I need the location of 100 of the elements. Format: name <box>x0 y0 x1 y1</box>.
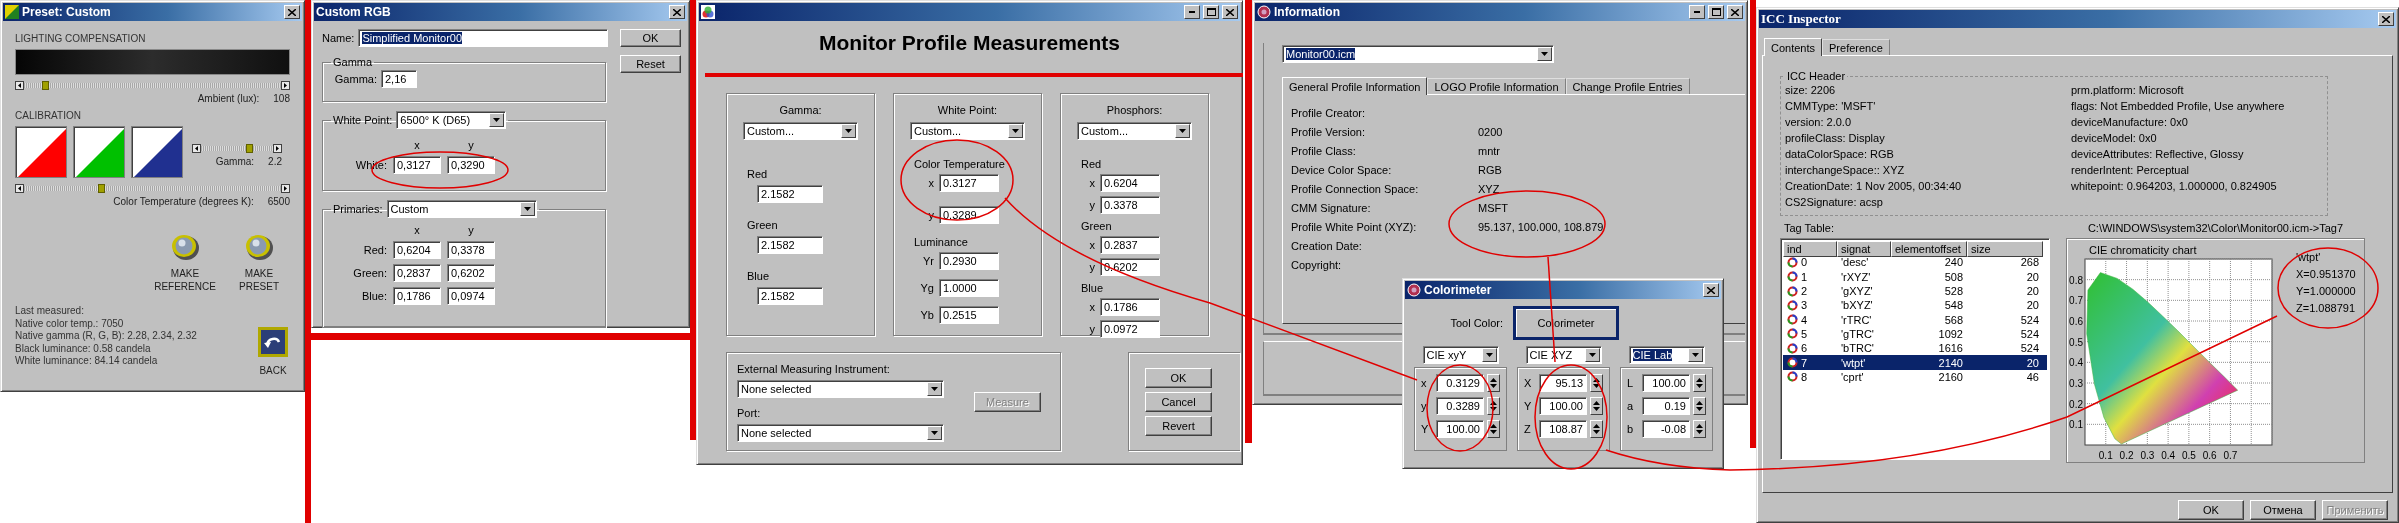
dropdown-arrow-button[interactable] <box>841 124 856 138</box>
slider-right-button[interactable] <box>281 81 290 90</box>
spin-button[interactable] <box>1487 420 1500 438</box>
dialog-button[interactable]: Cancel <box>1145 392 1212 412</box>
close-button[interactable] <box>2378 12 2394 26</box>
dropdown[interactable]: Custom... <box>1077 122 1192 140</box>
dialog-button[interactable]: Revert <box>1145 416 1212 436</box>
dialog-button[interactable]: OK <box>1145 368 1212 388</box>
number-field[interactable]: 0.3129 <box>1436 374 1484 392</box>
name-field[interactable]: Simplified Monitor00 <box>358 29 609 47</box>
column-header[interactable]: size <box>1967 241 2043 257</box>
table-row[interactable]: 1 'rXYZ' 508 20 <box>1783 269 2047 284</box>
text-field[interactable]: 2.1582 <box>757 236 823 254</box>
text-field[interactable]: 0.0972 <box>1100 320 1160 338</box>
dropdown-arrow-button[interactable] <box>927 382 942 396</box>
number-field[interactable]: 0.3289 <box>1436 397 1484 415</box>
back-button[interactable]: BACK <box>258 327 288 376</box>
tab[interactable]: LOGO Profile Information <box>1427 78 1566 94</box>
maximize-button[interactable] <box>1203 5 1219 19</box>
dropdown[interactable]: Custom... <box>910 122 1025 140</box>
dropdown[interactable]: CIE Lab <box>1628 346 1705 364</box>
close-button[interactable] <box>1222 5 1238 19</box>
table-row[interactable]: 6 'bTRC' 1616 524 <box>1783 341 2047 356</box>
column-header[interactable]: elementoffset <box>1891 241 1967 257</box>
dropdown-arrow-button[interactable] <box>927 426 942 440</box>
text-field[interactable]: 2.1582 <box>757 185 823 203</box>
dropdown-arrow-button[interactable] <box>1481 348 1497 362</box>
text-field[interactable]: 0.2515 <box>939 306 999 324</box>
dropdown-arrow-button[interactable] <box>1687 348 1703 362</box>
text-field[interactable]: 0,6202 <box>447 264 495 282</box>
text-field[interactable]: 0,3378 <box>447 241 495 259</box>
table-row[interactable]: 5 'gTRC' 1092 524 <box>1783 326 2047 342</box>
dialog-button[interactable]: OK <box>2178 500 2244 520</box>
spin-button[interactable] <box>1590 397 1603 415</box>
spin-button[interactable] <box>1590 420 1603 438</box>
spin-button[interactable] <box>1487 374 1500 392</box>
slider-thumb[interactable] <box>98 184 106 193</box>
slider-left-button[interactable] <box>15 81 24 90</box>
number-field[interactable]: 100.00 <box>1436 420 1484 438</box>
number-field[interactable]: 95.13 <box>1539 374 1587 392</box>
tab[interactable]: Preference <box>1822 39 1890 55</box>
text-field[interactable]: 0,1786 <box>393 287 441 305</box>
number-field[interactable]: 100.00 <box>1539 397 1587 415</box>
slider-right-button[interactable] <box>281 184 290 193</box>
dropdown-arrow-button[interactable] <box>489 113 505 127</box>
minimize-button[interactable] <box>1689 5 1705 19</box>
number-field[interactable]: 100.00 <box>1642 374 1690 392</box>
slider-left-button[interactable] <box>15 184 24 193</box>
close-button[interactable] <box>284 5 300 19</box>
dialog-button[interactable]: OK <box>620 29 681 47</box>
slider-right-button[interactable] <box>273 143 282 153</box>
table-row[interactable]: 7 'wtpt' 2140 20 <box>1783 355 2047 370</box>
spin-button[interactable] <box>1693 397 1706 415</box>
text-field[interactable]: 0.3378 <box>1100 196 1160 214</box>
close-button[interactable] <box>1727 5 1743 19</box>
dropdown[interactable]: Monitor00.icm <box>1282 45 1554 63</box>
table-row[interactable]: 4 'rTRC' 568 524 <box>1783 312 2047 327</box>
text-field[interactable]: 0,2837 <box>393 264 441 282</box>
text-field[interactable]: 1.0000 <box>939 279 999 297</box>
dialog-button[interactable]: Reset <box>620 55 681 73</box>
table-row[interactable]: 0 'desc' 240 268 <box>1783 255 2047 270</box>
dropdown[interactable]: Custom... <box>743 122 858 140</box>
slider-left-button[interactable] <box>192 143 201 153</box>
tab[interactable]: Change Profile Entries <box>1565 78 1690 94</box>
tab[interactable]: General Profile Information <box>1282 77 1428 95</box>
close-button[interactable] <box>1703 283 1719 297</box>
dropdown-arrow-button[interactable] <box>519 202 535 216</box>
slider-thumb[interactable] <box>245 143 253 153</box>
orb-button[interactable]: MAKE PRESET <box>230 233 288 293</box>
table-row[interactable]: 2 'gXYZ' 528 20 <box>1783 283 2047 299</box>
orb-button[interactable]: MAKE REFERENCE <box>156 233 214 293</box>
table-row[interactable]: 8 'cprt' 2160 46 <box>1783 369 2047 384</box>
close-button[interactable] <box>669 5 685 19</box>
minimize-button[interactable] <box>1184 5 1200 19</box>
dropdown-arrow-button[interactable] <box>1537 47 1552 61</box>
text-field[interactable]: 0,0974 <box>447 287 495 305</box>
dropdown[interactable]: Custom <box>386 200 537 218</box>
text-field[interactable]: 0,3127 <box>393 156 441 174</box>
number-field[interactable]: -0.08 <box>1642 420 1690 438</box>
dropdown-arrow-button[interactable] <box>1008 124 1023 138</box>
dropdown-arrow-button[interactable] <box>1584 348 1600 362</box>
column-header[interactable]: signat <box>1837 241 1891 257</box>
text-field[interactable]: 2.1582 <box>757 287 823 305</box>
text-field[interactable]: 0.6204 <box>1100 174 1160 192</box>
slider-thumb[interactable] <box>41 81 49 90</box>
maximize-button[interactable] <box>1708 5 1724 19</box>
dropdown[interactable]: 6500° K (D65) <box>396 111 507 129</box>
text-field[interactable]: 0.3127 <box>939 174 999 192</box>
dropdown[interactable]: None selected <box>737 380 944 398</box>
text-field[interactable]: 0.3289 <box>939 206 999 224</box>
dropdown-arrow-button[interactable] <box>1175 124 1190 138</box>
text-field[interactable]: 0.2837 <box>1100 236 1160 254</box>
table-row[interactable]: 3 'bXYZ' 548 20 <box>1783 298 2047 313</box>
text-field[interactable]: 0.2930 <box>939 252 999 270</box>
text-field[interactable]: 2,16 <box>381 70 417 88</box>
number-field[interactable]: 0.19 <box>1642 397 1690 415</box>
spin-button[interactable] <box>1487 397 1500 415</box>
dropdown[interactable]: None selected <box>737 424 944 442</box>
column-header[interactable]: ind <box>1783 241 1837 257</box>
text-field[interactable]: 0.1786 <box>1100 298 1160 316</box>
